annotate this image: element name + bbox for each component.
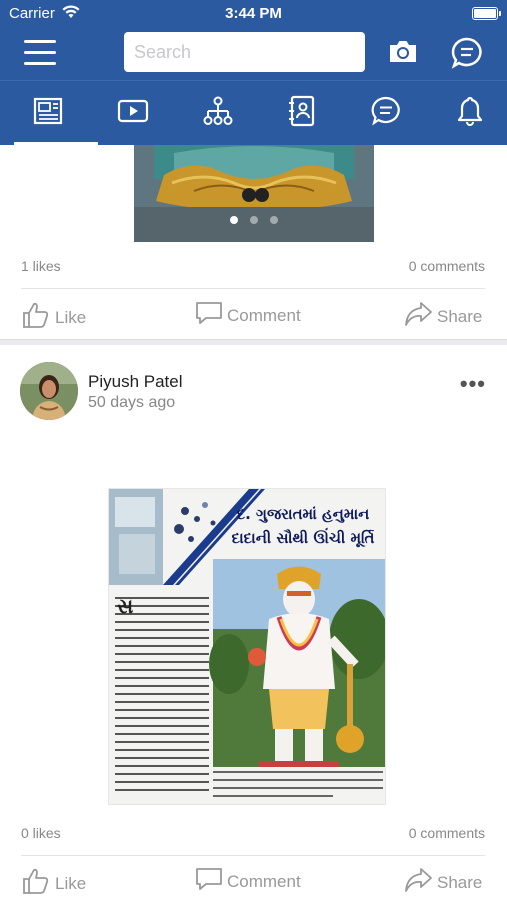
like-button[interactable]: Like <box>21 300 86 335</box>
tab-messages[interactable] <box>344 81 428 146</box>
likes-count[interactable]: 0 likes <box>21 825 61 841</box>
svg-text:સ: સ <box>117 594 133 618</box>
tab-contacts[interactable] <box>260 81 344 146</box>
post-1-counts: 1 likes 0 comments <box>21 258 485 274</box>
tab-news[interactable] <box>6 81 98 146</box>
comment-label: Comment <box>227 305 301 325</box>
chat-bubble-icon[interactable] <box>450 36 484 75</box>
post-image[interactable]: સ દ. ગુજરાતમાં હનુમાન દાદાની સૌથી ઊંચી મ… <box>108 488 386 805</box>
comment-button[interactable]: Comment <box>195 866 301 897</box>
clock: 3:44 PM <box>225 5 282 22</box>
post-image-carousel[interactable] <box>134 145 374 242</box>
org-chart-icon <box>203 96 233 131</box>
share-icon <box>403 866 437 899</box>
camera-icon[interactable] <box>387 36 419 71</box>
avatar[interactable] <box>20 362 78 420</box>
comments-count[interactable]: 0 comments <box>409 825 485 841</box>
tab-bar <box>0 80 507 146</box>
video-icon <box>117 99 149 128</box>
news-icon <box>33 96 63 131</box>
post-separator <box>0 339 507 345</box>
share-button[interactable]: Share <box>403 300 482 333</box>
thumbs-up-icon <box>21 866 55 900</box>
share-icon <box>403 300 437 333</box>
post-1-actions: Like Comment Share <box>21 300 485 334</box>
poster-headline-1: દ. ગુજરાતમાં હનુમાન <box>236 505 370 523</box>
chat-icon <box>370 95 402 132</box>
status-bar: Carrier 3:44 PM <box>0 0 507 28</box>
tab-network[interactable] <box>176 81 260 146</box>
bell-icon <box>455 95 485 132</box>
menu-icon[interactable] <box>24 40 56 66</box>
thumbs-up-icon <box>21 300 55 335</box>
comment-label: Comment <box>227 871 301 891</box>
post-time: 50 days ago <box>88 394 176 411</box>
feed: 1 likes 0 comments Like Comment Share Pi… <box>0 145 507 900</box>
divider <box>21 288 485 289</box>
divider <box>21 855 485 856</box>
like-button[interactable]: Like <box>21 866 86 900</box>
more-options-icon[interactable]: ••• <box>460 371 486 397</box>
comments-count[interactable]: 0 comments <box>409 258 485 274</box>
like-label: Like <box>55 307 87 327</box>
likes-count[interactable]: 1 likes <box>21 258 61 274</box>
post-2-actions: Like Comment Share <box>21 866 485 900</box>
comment-button[interactable]: Comment <box>195 300 301 331</box>
post-author[interactable]: Piyush Patel <box>88 372 183 392</box>
like-label: Like <box>55 873 87 893</box>
share-label: Share <box>437 872 483 892</box>
carousel-dots <box>134 211 374 229</box>
search-input[interactable] <box>124 32 365 72</box>
comment-icon <box>195 300 227 331</box>
tab-videos[interactable] <box>91 81 175 146</box>
top-bar <box>0 28 507 80</box>
poster-headline-2: દાદાની સૌથી ઊંચી મૂર્તિ <box>231 529 375 547</box>
battery-icon <box>472 7 501 20</box>
share-button[interactable]: Share <box>403 866 482 899</box>
share-label: Share <box>437 306 483 326</box>
comment-icon <box>195 866 227 897</box>
contacts-icon <box>288 95 316 132</box>
tab-notifications[interactable] <box>428 81 507 146</box>
post-2-counts: 0 likes 0 comments <box>21 825 485 841</box>
